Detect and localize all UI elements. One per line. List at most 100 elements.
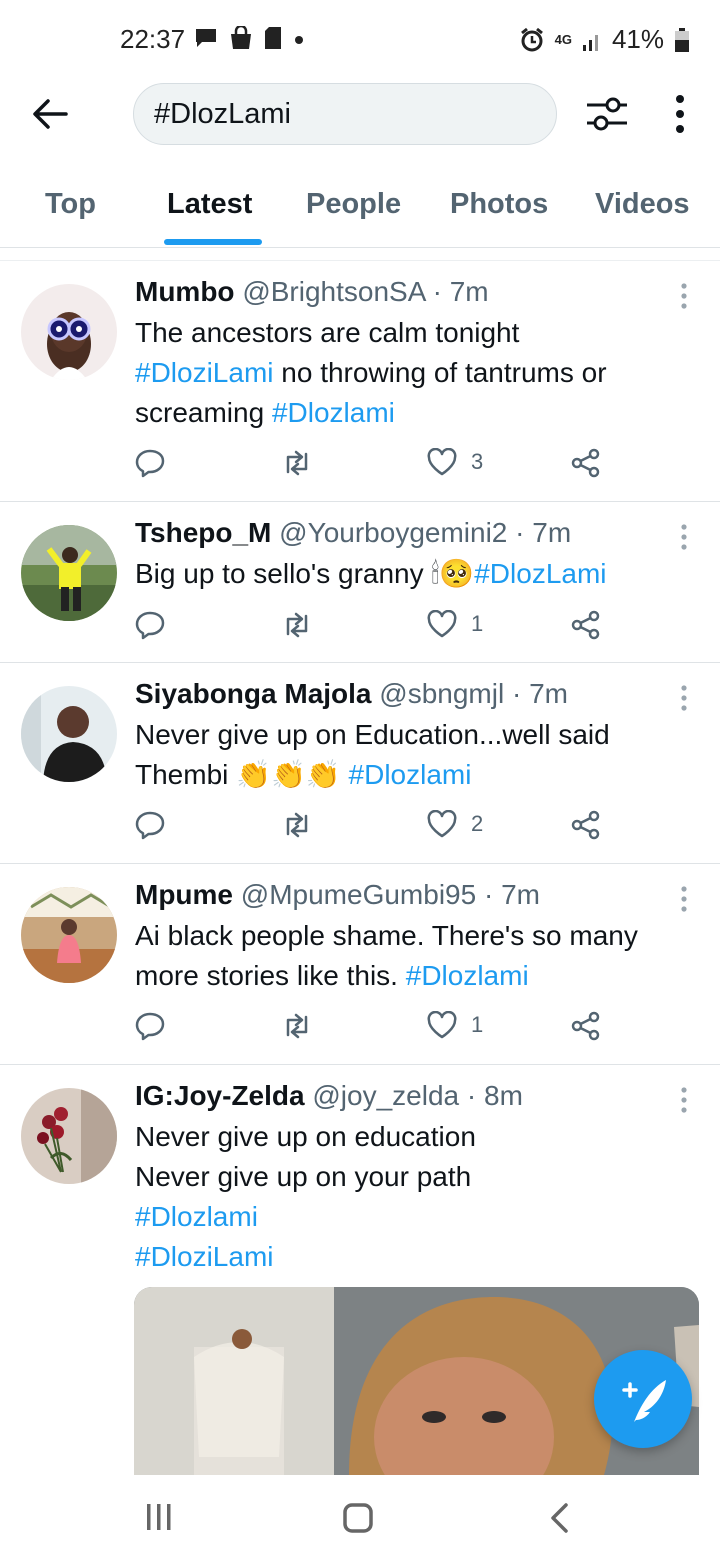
text-segment: Ai black people shame. There's so many [135,920,638,951]
tweet-text-line: #DloziLami [135,1237,695,1277]
reply-icon [135,611,165,640]
tweet-header: Siyabonga Majola @sbngmjl · 7m [135,678,568,710]
tweet-more-icon[interactable] [676,684,692,714]
text-segment: no throwing of tantrums or [273,357,607,388]
tweet-header: Mpume @MpumeGumbi95 · 7m [135,879,540,911]
tweet-text: Never give up on education Never give up … [135,1117,695,1277]
filter-icon[interactable] [585,94,629,134]
retweet-button[interactable] [280,610,314,640]
tweet-more-icon[interactable] [676,282,692,312]
tweet-actions: 1 [135,610,615,650]
like-button[interactable]: 1 [427,610,483,638]
tweet-text-line: Big up to sello's granny 🕯🥺#DlozLami [135,554,695,594]
meta-separator: · [459,1080,484,1111]
search-header: #DlozLami [0,80,720,150]
tweet-text-line: Ai black people shame. There's so many [135,916,695,956]
battery-percent: 41% [611,24,664,54]
tweet[interactable]: Mumbo @BrightsonSA · 7m The ancestors are… [0,262,720,502]
tab-top[interactable]: Top [45,188,96,221]
tab-photos[interactable]: Photos [450,188,548,221]
retweet-button[interactable] [280,448,314,478]
retweet-icon [286,1013,308,1039]
home-icon[interactable] [342,1502,374,1534]
like-heart-icon [427,810,457,838]
more-options-icon[interactable] [668,94,692,134]
author-handle[interactable]: @joy_zelda [312,1080,459,1111]
share-button[interactable] [571,1011,601,1041]
tweet-header: Tshepo_M @Yourboygemini2 · 7m [135,517,571,549]
tweet-text-line: Never give up on your path [135,1157,695,1197]
like-count: 1 [471,611,484,636]
hashtag-link[interactable]: #DlozLami [474,558,606,589]
avatar[interactable] [21,1088,117,1184]
author-name[interactable]: IG:Joy-Zelda [135,1080,305,1111]
hashtag-link[interactable]: #Dlozlami [135,1201,258,1232]
tweet-actions: 2 [135,810,615,850]
avatar[interactable] [21,284,117,380]
author-handle[interactable]: @MpumeGumbi95 [241,879,476,910]
reply-button[interactable] [135,610,165,640]
tab-videos[interactable]: Videos [595,188,690,221]
share-button[interactable] [571,810,601,840]
meta-separator: · [507,517,533,548]
tweet[interactable]: Mpume @MpumeGumbi95 · 7m Ai black people … [0,864,720,1065]
retweet-icon [286,612,308,638]
author-name[interactable]: Mpume [135,879,233,910]
like-count: 1 [471,1012,484,1037]
hashtag-link[interactable]: #Dlozlami [272,397,395,428]
like-button[interactable]: 3 [427,448,483,476]
author-handle[interactable]: @Yourboygemini2 [279,517,507,548]
hashtag-link[interactable]: #DloziLami [135,1241,274,1272]
status-time: 22:37 [120,24,186,54]
tweet-text-line: Never give up on education [135,1117,695,1157]
text-segment: screaming [135,397,272,428]
author-name[interactable]: Tshepo_M [135,517,271,548]
reply-button[interactable] [135,1011,165,1041]
like-button[interactable]: 2 [427,810,483,838]
tab-people[interactable]: People [306,188,401,221]
avatar[interactable] [21,887,117,983]
tweet[interactable]: Siyabonga Majola @sbngmjl · 7m Never give… [0,663,720,864]
tweet-time: 7m [449,276,489,307]
chat-icon [196,29,216,47]
tweet-time: 7m [529,678,568,709]
avatar[interactable] [21,525,117,621]
hashtag-link[interactable]: #Dlozlami [341,759,472,790]
tweet-text-line: #DloziLami no throwing of tantrums or [135,353,695,393]
recent-apps-icon[interactable] [145,1502,173,1532]
reply-button[interactable] [135,448,165,478]
tweet-text: Ai black people shame. There's so many mo… [135,916,695,996]
meta-separator: · [504,678,530,709]
avatar[interactable] [21,686,117,782]
author-handle[interactable]: @BrightsonSA [242,276,425,307]
author-handle[interactable]: @sbngmjl [379,678,504,709]
author-name[interactable]: Mumbo [135,276,235,307]
back-arrow-icon[interactable] [30,94,70,134]
tab-latest[interactable]: Latest [167,188,252,221]
retweet-icon [286,812,308,838]
network-4g-icon: 4G [554,32,572,47]
share-icon [571,1011,600,1041]
tweet-more-icon[interactable] [676,523,692,553]
share-button[interactable] [571,610,601,640]
tweet[interactable]: Tshepo_M @Yourboygemini2 · 7m Big up to s… [0,502,720,663]
hashtag-link[interactable]: #Dlozlami [406,960,529,991]
share-button[interactable] [571,448,601,478]
status-bar: 22:37 4G 41% [0,0,720,80]
like-button[interactable]: 1 [427,1011,483,1039]
author-name[interactable]: Siyabonga Majola [135,678,372,709]
compose-tweet-button[interactable] [594,1350,692,1448]
tweet-more-icon[interactable] [676,885,692,915]
reply-button[interactable] [135,810,165,840]
nav-back-icon[interactable] [548,1502,572,1534]
meta-separator: · [476,879,502,910]
dot-icon [295,36,303,44]
like-heart-icon [427,448,457,476]
search-input[interactable]: #DlozLami [133,83,557,145]
tweet-time: 7m [501,879,540,910]
tweet-more-icon[interactable] [676,1086,692,1116]
signal-icon [582,34,598,51]
retweet-button[interactable] [280,810,314,840]
hashtag-link[interactable]: #DloziLami [135,357,274,388]
retweet-button[interactable] [280,1011,314,1041]
